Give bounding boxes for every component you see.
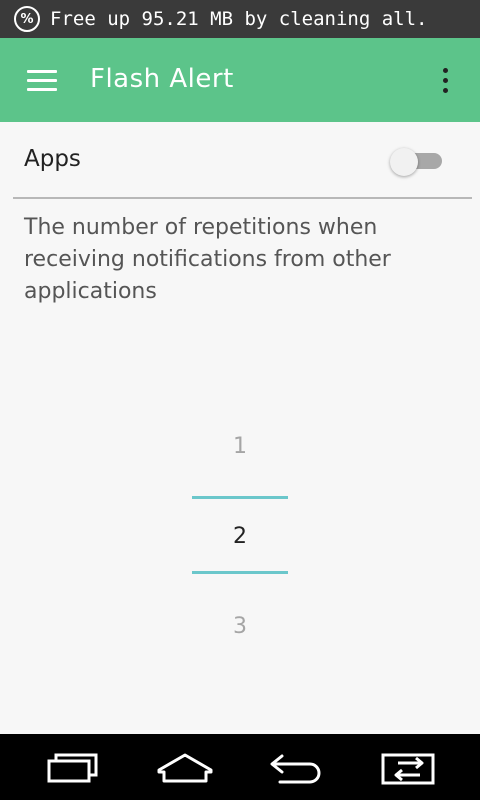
apps-setting-row[interactable]: Apps [0, 122, 480, 198]
divider [13, 197, 472, 199]
app-title: Flash Alert [90, 64, 234, 94]
recent-apps-icon[interactable] [46, 752, 100, 784]
back-icon[interactable] [268, 752, 322, 784]
picker-option[interactable]: 1 [0, 434, 480, 459]
toggle-thumb [390, 148, 418, 176]
app-bar: Flash Alert [0, 38, 480, 122]
picker-option-selected[interactable]: 2 [0, 524, 480, 549]
apps-label: Apps [24, 146, 81, 172]
hamburger-menu-icon[interactable] [27, 70, 57, 92]
navigation-bar [0, 734, 480, 800]
apps-toggle[interactable] [390, 148, 442, 176]
repetition-picker[interactable]: 1 2 3 [0, 420, 480, 660]
picker-selection-line-bottom [192, 571, 288, 574]
status-bar: % Free up 95.21 MB by cleaning all. [0, 0, 480, 38]
status-notification-text: Free up 95.21 MB by cleaning all. [50, 8, 428, 30]
picker-selection-line-top [192, 496, 288, 499]
percent-icon: % [14, 6, 40, 32]
description-text: The number of repetitions when receiving… [24, 215, 391, 304]
picker-option[interactable]: 3 [0, 614, 480, 639]
switch-apps-icon[interactable] [380, 752, 435, 785]
home-icon[interactable] [156, 752, 213, 784]
more-vert-icon[interactable] [442, 68, 450, 94]
